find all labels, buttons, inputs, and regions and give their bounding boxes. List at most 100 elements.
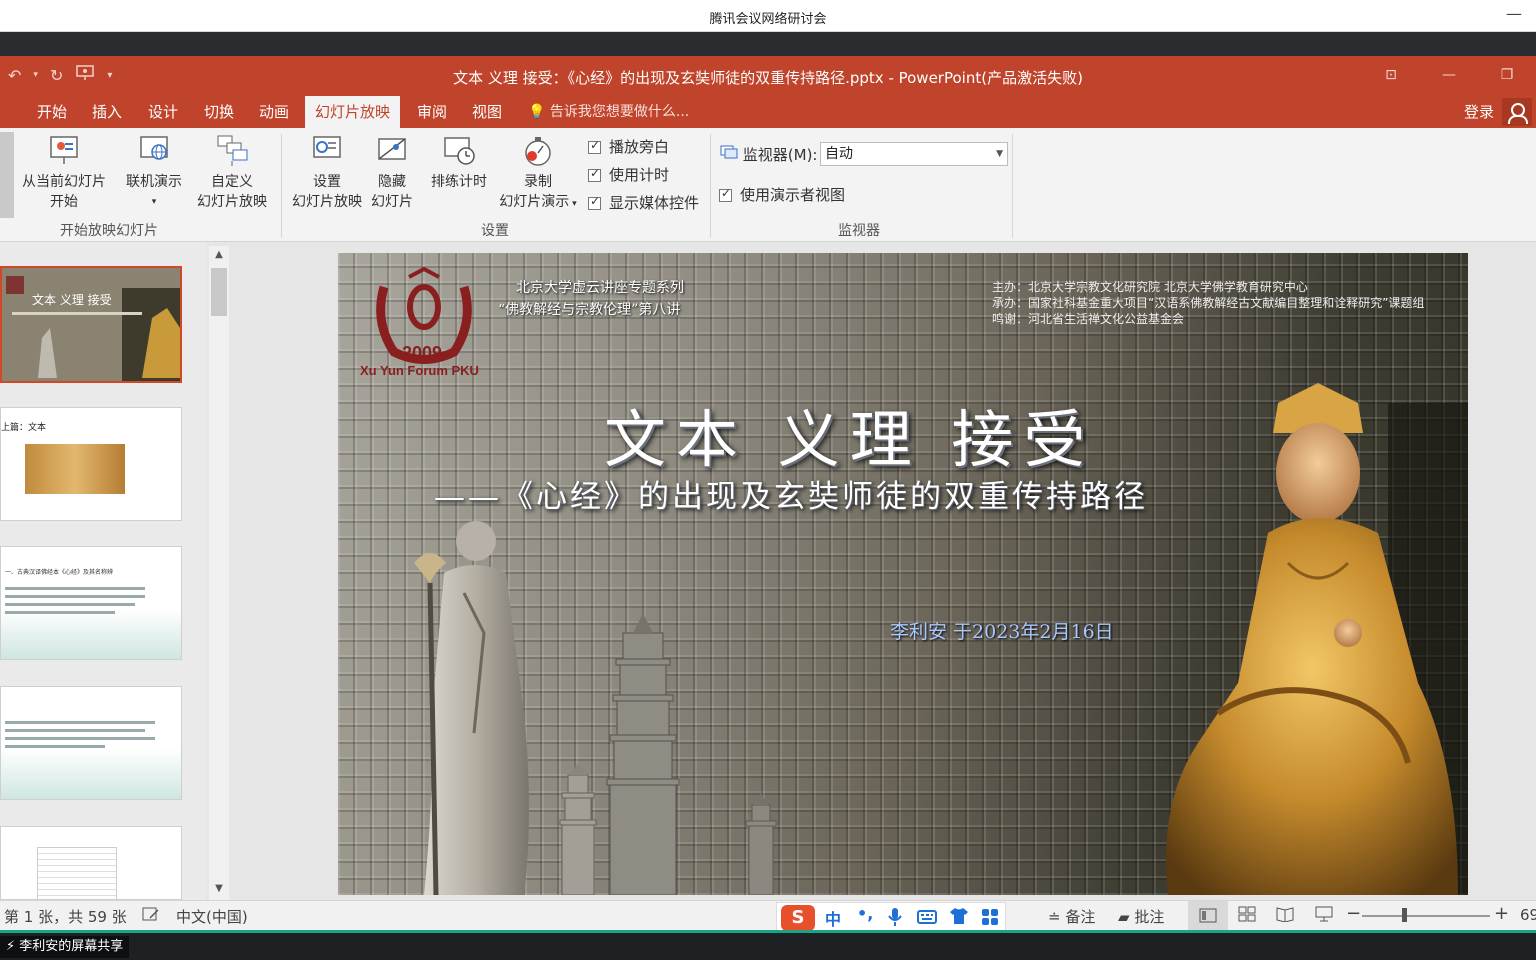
share-indicator-icon: ⚡ <box>6 939 16 954</box>
scroll-down-icon[interactable]: ▼ <box>209 880 229 898</box>
zoom-in-icon[interactable]: + <box>1494 903 1509 924</box>
screen-share-label: ⚡ 李利安的屏幕共享 <box>0 936 130 958</box>
record-slide-show-icon <box>521 134 555 168</box>
tab-home[interactable]: 开始 <box>27 96 77 128</box>
sponsor-thanks: 鸣谢：河北省生活禅文化公益基金会 <box>992 312 1185 326</box>
microphone-icon[interactable] <box>887 907 903 931</box>
tab-insert[interactable]: 插入 <box>82 96 132 128</box>
show-media-label: 显示媒体控件 <box>609 194 700 212</box>
slide-show-button[interactable] <box>1314 906 1334 926</box>
from-beginning-button-partial[interactable] <box>0 132 14 218</box>
slide-canvas[interactable]: 2009 Xu Yun Forum PKU 北京大学虚云讲座专题系列 “佛教解经… <box>338 253 1468 895</box>
hide-slide-icon <box>375 134 409 168</box>
scrollbar-thumb[interactable] <box>211 268 227 316</box>
xuanzang-statue-image <box>414 521 529 895</box>
ime-punctuation[interactable]: •, <box>857 904 873 923</box>
scroll-up-icon[interactable]: ▲ <box>209 246 229 264</box>
tell-me-search[interactable]: 💡 告诉我您想要做什么... <box>528 96 689 128</box>
from-current-label-2: 开始 <box>50 194 78 210</box>
tab-design[interactable]: 设计 <box>138 96 188 128</box>
zoom-slider[interactable] <box>1362 915 1490 917</box>
thumbnail-scrollbar[interactable]: ▲ ▼ <box>209 246 229 900</box>
normal-view-icon <box>1199 908 1217 923</box>
record-slide-show-button[interactable]: 录制 幻灯片演示 ▾ <box>492 134 584 214</box>
slide-thumbnail-5[interactable] <box>0 826 182 900</box>
tab-view[interactable]: 视图 <box>462 96 512 128</box>
monitor-icon <box>720 145 743 164</box>
thumb-text-line <box>5 729 145 732</box>
zoom-slider-handle[interactable] <box>1402 908 1407 922</box>
use-presenter-view-checkbox[interactable]: 使用演示者视图 <box>719 184 845 205</box>
rehearse-timings-button[interactable]: 排练计时 <box>424 134 494 192</box>
notes-label: 备注 <box>1065 908 1096 926</box>
checkbox-checked-icon <box>588 138 601 154</box>
minimize-icon[interactable]: — <box>1506 4 1522 23</box>
language-indicator[interactable]: 中文(中国) <box>176 906 248 927</box>
thumb-text-line <box>5 603 135 606</box>
comments-button[interactable]: ▰ 批注 <box>1118 906 1164 927</box>
screen-share-bar: ⚡ 李利安的屏幕共享 <box>0 930 1536 960</box>
custom-slide-show-icon <box>215 134 249 168</box>
normal-view-button[interactable] <box>1188 901 1228 930</box>
monitor-select[interactable]: 自动 ▼ <box>820 142 1008 166</box>
sponsor-block: 主办：北京大学宗教文化研究院 北京大学佛学教育研究中心 承办：国家社科基金重大项… <box>992 279 1424 327</box>
ime-language[interactable]: 中 <box>825 906 841 930</box>
restore-window-icon[interactable]: ❐ <box>1478 56 1536 96</box>
present-online-label: 联机演示 <box>126 174 182 190</box>
slide-thumbnail-3[interactable]: 一、古典汉译佛经本《心经》及其名称辨 <box>0 546 182 660</box>
zoom-level[interactable]: 69 <box>1520 906 1536 924</box>
group-divider <box>1012 134 1013 238</box>
slide-thumbnail-1[interactable]: 文本 义理 接受 <box>0 266 182 383</box>
hide-label-1: 隐藏 <box>378 174 406 190</box>
slide-subtitle: ——《心经》的出现及玄奘师徒的双重传持路径 <box>434 479 1148 515</box>
hide-slide-button[interactable]: 隐藏 幻灯片 <box>366 134 418 212</box>
play-narrations-checkbox[interactable]: 播放旁白 <box>588 136 669 157</box>
small-pagoda-image <box>745 793 777 895</box>
hide-label-2: 幻灯片 <box>371 194 413 210</box>
set-up-slide-show-button[interactable]: 设置 幻灯片放映 <box>286 134 368 212</box>
notes-icon: ≐ <box>1048 908 1061 926</box>
present-online-button[interactable]: 联机演示 ▾ <box>118 134 190 212</box>
keyboard-icon[interactable] <box>917 909 937 929</box>
tab-review[interactable]: 审阅 <box>407 96 457 128</box>
slide-thumbnail-2[interactable]: 上篇：文本 <box>0 407 182 521</box>
tab-animations[interactable]: 动画 <box>249 96 299 128</box>
sogou-logo-icon[interactable]: S <box>781 905 815 931</box>
screen-share-text: 李利安的屏幕共享 <box>19 939 124 954</box>
from-current-label-1: 从当前幻灯片 <box>22 174 106 190</box>
show-media-controls-checkbox[interactable]: 显示媒体控件 <box>588 192 699 213</box>
minimize-window-icon[interactable]: — <box>1420 56 1478 96</box>
lecture-series-title: 北京大学虚云讲座专题系列 <box>516 280 684 296</box>
logo-year: 2009 <box>402 343 442 363</box>
notes-button[interactable]: ≐ 备注 <box>1048 906 1095 927</box>
from-current-slide-button[interactable]: 从当前幻灯片 开始 <box>16 134 112 212</box>
tab-slide-show[interactable]: 幻灯片放映 <box>305 96 401 128</box>
slide-main-title: 文本 义理 接受 <box>604 403 1096 476</box>
record-label-2-row: 幻灯片演示 ▾ <box>492 192 584 214</box>
toolbox-grid-icon[interactable] <box>981 908 999 930</box>
sign-in-link[interactable]: 登录 <box>1464 96 1494 128</box>
zoom-out-icon[interactable]: − <box>1346 903 1361 924</box>
custom-slide-show-button[interactable]: 自定义 幻灯片放映 <box>186 134 278 212</box>
slide-thumbnail-4[interactable] <box>0 686 182 800</box>
svg-text:文本 义理 接受: 文本 义理 接受 <box>32 292 112 307</box>
rehearse-timings-icon <box>442 134 476 168</box>
group-divider <box>281 134 282 238</box>
from-current-slide-icon <box>47 134 81 168</box>
present-online-dropdown-icon[interactable]: ▾ <box>118 192 190 212</box>
checkbox-checked-icon <box>719 186 732 202</box>
tell-me-text: 告诉我您想要做什么... <box>549 104 690 120</box>
tab-transitions[interactable]: 切换 <box>194 96 244 128</box>
thumb-2-caption: 上篇：文本 <box>1 423 47 433</box>
use-timings-checkbox[interactable]: 使用计时 <box>588 164 669 185</box>
ribbon-display-options-icon[interactable]: ⊡ <box>1362 56 1420 96</box>
use-timings-label: 使用计时 <box>609 166 670 184</box>
skin-shirt-icon[interactable] <box>949 907 969 929</box>
record-dropdown-icon[interactable]: ▾ <box>569 199 577 209</box>
share-user-icon[interactable] <box>1502 98 1532 126</box>
spell-check-icon[interactable] <box>142 906 160 926</box>
reading-view-button[interactable] <box>1276 906 1294 926</box>
group-label-setup: 设置 <box>481 223 509 239</box>
slide-sorter-button[interactable] <box>1238 906 1256 926</box>
logo-forum-text: Xu Yun Forum PKU <box>360 363 479 378</box>
